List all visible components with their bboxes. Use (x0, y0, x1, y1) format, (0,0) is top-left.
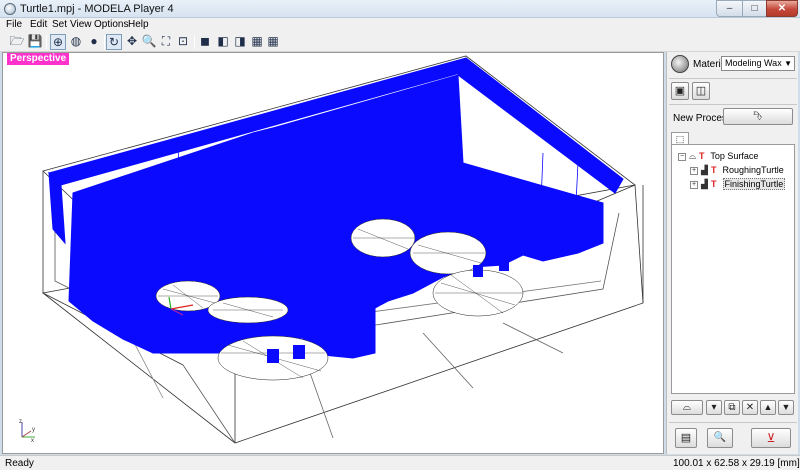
view-shaded-icon[interactable]: ◍ (68, 34, 84, 50)
menu-bar: File Edit Set View Options Help (0, 18, 800, 32)
tree-item-label: FinishingTurtle (722, 178, 786, 190)
menu-edit[interactable]: Edit (30, 19, 47, 30)
panel-divider (669, 78, 797, 79)
setup-button[interactable]: ▣ (671, 82, 689, 100)
tree-item-finishing[interactable]: + ▟ T FinishingTurtle (690, 178, 786, 190)
toolbar-separator (194, 35, 195, 49)
axis-triad-icon: z y x (19, 419, 35, 443)
expand-icon[interactable]: + (690, 181, 698, 189)
process-list-button[interactable]: ▤ (675, 428, 697, 448)
stock-edge (502, 322, 564, 354)
rotate-icon[interactable]: ↻ (106, 34, 122, 50)
menu-options[interactable]: Options (94, 19, 128, 30)
material-value: Modeling Wax (725, 58, 782, 68)
expand-icon[interactable]: + (690, 167, 698, 175)
toolpath-step (293, 345, 305, 359)
title-bar: Turtle1.mpj - MODELA Player 4 – □ ✕ (0, 0, 800, 18)
close-button[interactable]: ✕ (766, 0, 798, 17)
signal-bars-icon: ▟ (701, 179, 708, 189)
view-cube-side-icon[interactable]: ◨ (232, 34, 248, 50)
move-down-button[interactable]: ▼ (778, 400, 794, 415)
cut-button[interactable]: ⊻ (751, 428, 791, 448)
signal-bars-icon: ▟ (701, 165, 708, 175)
view-cube-front-icon[interactable]: ◧ (215, 34, 231, 50)
panel-divider (669, 422, 797, 423)
toolpath-divider (252, 124, 286, 259)
open-folder-icon[interactable]: 🗁 (9, 34, 25, 50)
tree-item-label: RoughingTurtle (722, 165, 784, 175)
toolpath-step (473, 265, 483, 277)
status-text: Ready (5, 458, 34, 469)
surface-icon: ⌓ (689, 151, 697, 161)
new-process-button[interactable]: ⮷ (723, 108, 793, 125)
axis-x-label: x (31, 438, 34, 443)
view-solid-icon[interactable]: ● (86, 34, 102, 50)
stock-edge (182, 364, 236, 444)
zoom-window-icon[interactable]: ⊡ (175, 34, 191, 50)
surface-button[interactable]: ⌓ (671, 400, 703, 415)
viewport-3d[interactable]: Perspective z y x (2, 52, 664, 454)
stock-dimensions: 100.01 x 62.58 x 29.19 [mm] (673, 458, 800, 469)
menu-help[interactable]: Help (128, 19, 149, 30)
tool-t-icon: T (711, 165, 717, 175)
material-icon[interactable] (671, 55, 689, 73)
copy-button[interactable]: ⧉ (724, 400, 740, 415)
pan-icon[interactable]: ✥ (124, 34, 140, 50)
layout-button[interactable]: ◫ (692, 82, 710, 100)
toolbar: 🗁 💾 ⊕ ◍ ● ↻ ✥ 🔍 ⛶ ⊡ ◼ ◧ ◨ ▦ ▦ (0, 32, 800, 52)
view-cube-iso-icon[interactable]: ▦ (265, 34, 281, 50)
tool-t-icon: T (711, 179, 717, 189)
window-title: Turtle1.mpj - MODELA Player 4 (20, 3, 174, 15)
tree-item-top-surface[interactable]: − ⌓ T Top Surface (678, 150, 758, 162)
panel-divider (669, 104, 797, 105)
fit-view-icon[interactable]: ⛶ (158, 34, 174, 50)
move-up-button[interactable]: ▲ (760, 400, 776, 415)
toolbar-separator (46, 35, 47, 49)
view-cube-grid-icon[interactable]: ▦ (249, 34, 265, 50)
toolpath-step (499, 259, 509, 271)
maximize-button[interactable]: □ (742, 0, 766, 17)
menu-set[interactable]: Set (52, 19, 67, 30)
tool-t-icon: T (699, 151, 705, 161)
process-panel: Material Modeling Wax ▼ ▣ ◫ New Process … (666, 52, 798, 454)
menu-file[interactable]: File (6, 19, 22, 30)
tree-item-label: Top Surface (710, 151, 759, 161)
collapse-icon[interactable]: − (678, 153, 686, 161)
material-select[interactable]: Modeling Wax ▼ (721, 56, 795, 71)
delete-button[interactable]: ✕ (742, 400, 758, 415)
zoom-icon[interactable]: 🔍 (141, 34, 157, 50)
view-cube-top-icon[interactable]: ◼ (197, 34, 213, 50)
view-wireframe-icon[interactable]: ⊕ (50, 34, 66, 50)
menu-view[interactable]: View (70, 19, 92, 30)
toolpath-scene (42, 55, 644, 444)
toolbar-separator (104, 35, 105, 49)
axis-z-label: z (19, 419, 22, 425)
toolpath-step (267, 349, 279, 363)
save-icon[interactable]: 💾 (27, 34, 43, 50)
stock-edge (422, 332, 474, 389)
status-bar: Ready 100.01 x 62.58 x 29.19 [mm] (0, 455, 800, 470)
minimize-button[interactable]: – (716, 0, 742, 17)
tree-item-roughing[interactable]: + ▟ T RoughingTurtle (690, 164, 784, 176)
axis-y-label: y (32, 427, 35, 433)
perspective-label: Perspective (7, 53, 70, 65)
process-tree: − ⌓ T Top Surface + ▟ T RoughingTurtle + ▟ T F… (671, 144, 795, 394)
preview-button[interactable]: 🔍 (707, 428, 733, 448)
tool-button[interactable]: ▾ (706, 400, 722, 415)
chevron-down-icon: ▼ (784, 59, 792, 68)
app-icon (4, 3, 16, 15)
